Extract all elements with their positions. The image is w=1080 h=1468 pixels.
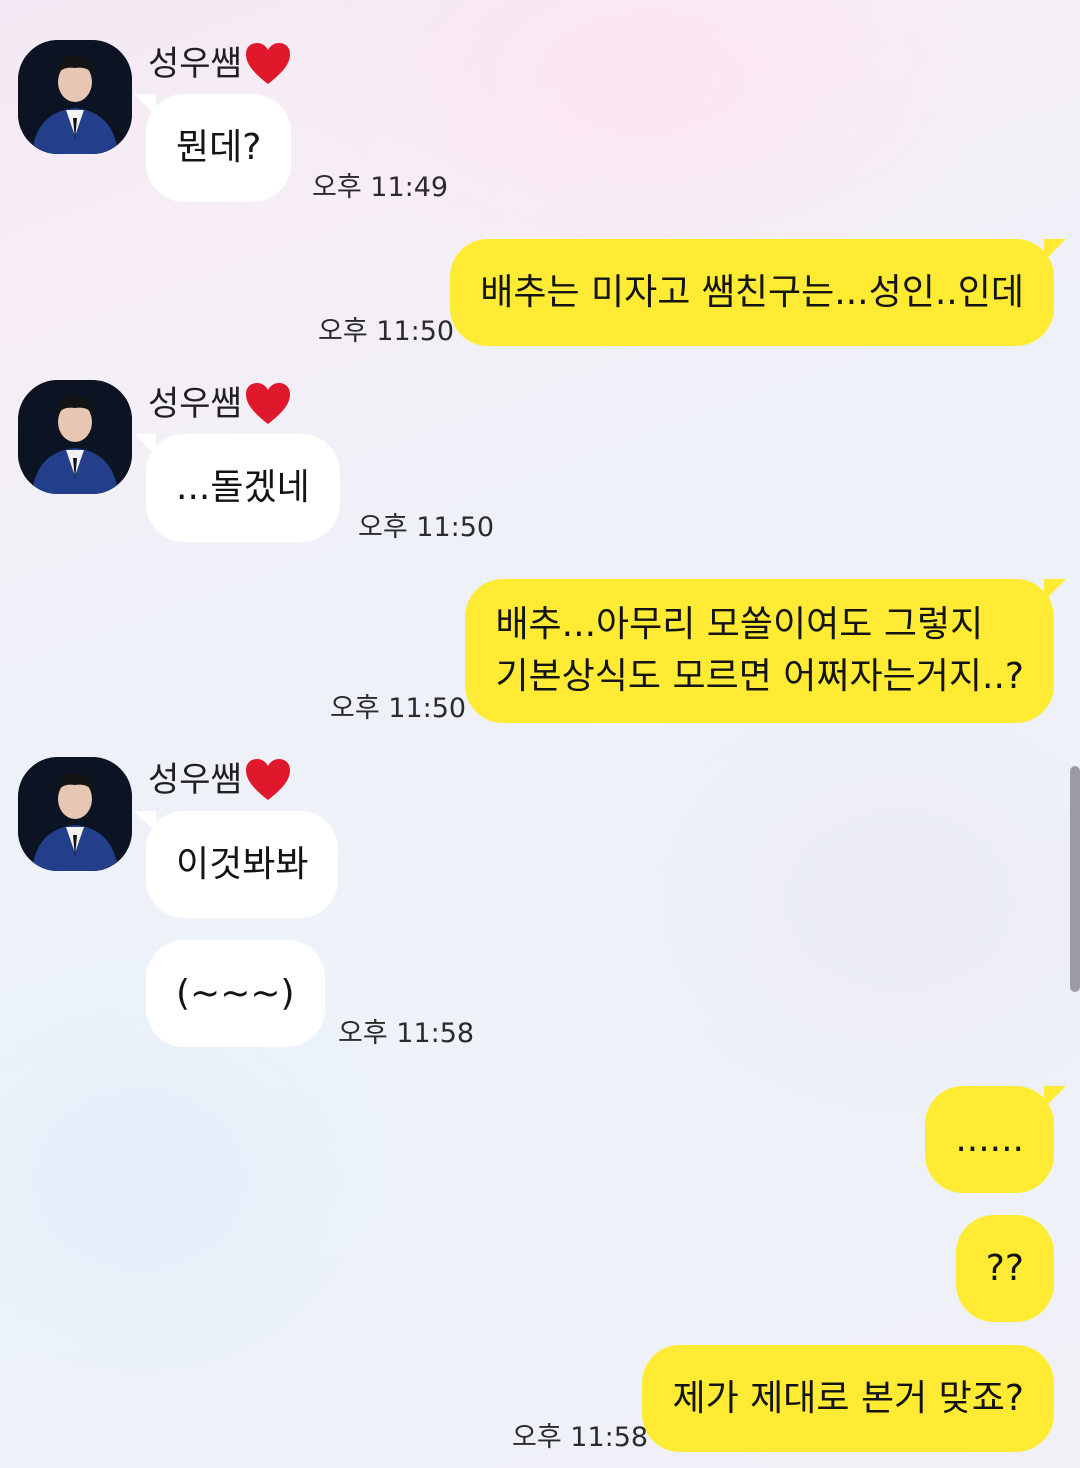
- message-text: ??: [985, 1247, 1024, 1289]
- message-text: ...돌겠네: [176, 467, 310, 508]
- message-bubble-incoming[interactable]: (~~~): [146, 940, 325, 1047]
- message-text: (~~~): [176, 972, 295, 1014]
- message-bubble-outgoing[interactable]: 제가 제대로 본거 맞죠?: [642, 1345, 1054, 1452]
- sender-name-row: 성우쌤: [148, 382, 292, 426]
- bubble-tail: [1044, 579, 1066, 601]
- message-text: ......: [955, 1118, 1024, 1160]
- message-text: 배추는 미자고 쌤친구는...성인..인데: [480, 271, 1024, 313]
- sender-name-row: 성우쌤: [148, 758, 292, 802]
- message-time: 오후 11:50: [318, 316, 455, 347]
- sender-name: 성우쌤: [148, 760, 242, 800]
- avatar-photo-icon: [18, 757, 132, 871]
- scrollbar-thumb[interactable]: [1070, 766, 1080, 992]
- sender-name-row: 성우쌤: [148, 42, 292, 86]
- sender-avatar[interactable]: [18, 757, 132, 871]
- bubble-tail: [1044, 1086, 1066, 1108]
- message-bubble-incoming[interactable]: ...돌겠네: [134, 434, 340, 542]
- heart-icon: [245, 43, 290, 84]
- sender-name: 성우쌤: [148, 384, 242, 424]
- message-bubble-outgoing[interactable]: 배추...아무리 모쏠이여도 그렇지 기본상식도 모르면 어쩌자는거지..?: [465, 579, 1066, 723]
- message-bubble-outgoing[interactable]: 배추는 미자고 쌤친구는...성인..인데: [450, 239, 1066, 346]
- bubble-tail: [134, 94, 156, 116]
- message-bubble-outgoing[interactable]: ......: [925, 1086, 1066, 1193]
- message-bubble-incoming[interactable]: 뭔데?: [134, 94, 292, 202]
- avatar-photo-icon: [18, 380, 132, 494]
- message-bubble-incoming[interactable]: 이것봐봐: [134, 811, 339, 918]
- message-time: 오후 11:50: [330, 693, 467, 724]
- message-text-line: 배추...아무리 모쏠이여도 그렇지: [495, 604, 984, 645]
- heart-icon: [245, 383, 290, 424]
- message-time: 오후 11:49: [312, 172, 449, 203]
- sender-name: 성우쌤: [148, 44, 242, 84]
- bubble-tail: [134, 434, 156, 456]
- message-text: 이것봐봐: [176, 843, 309, 885]
- bubble-tail: [134, 811, 156, 833]
- sender-avatar[interactable]: [18, 380, 132, 494]
- message-time: 오후 11:58: [512, 1422, 649, 1453]
- sender-avatar[interactable]: [18, 40, 132, 154]
- chat-background: [0, 0, 1080, 1468]
- bubble-tail: [1044, 239, 1066, 261]
- message-bubble-outgoing[interactable]: ??: [955, 1215, 1054, 1322]
- message-text: 제가 제대로 본거 맞죠?: [672, 1377, 1024, 1419]
- message-text-line: 기본상식도 모르면 어쩌자는거지..?: [495, 656, 1024, 697]
- message-time: 오후 11:58: [338, 1018, 475, 1049]
- avatar-photo-icon: [18, 40, 132, 154]
- heart-icon: [245, 759, 290, 800]
- message-time: 오후 11:50: [358, 512, 495, 543]
- message-text: 뭔데?: [176, 127, 262, 168]
